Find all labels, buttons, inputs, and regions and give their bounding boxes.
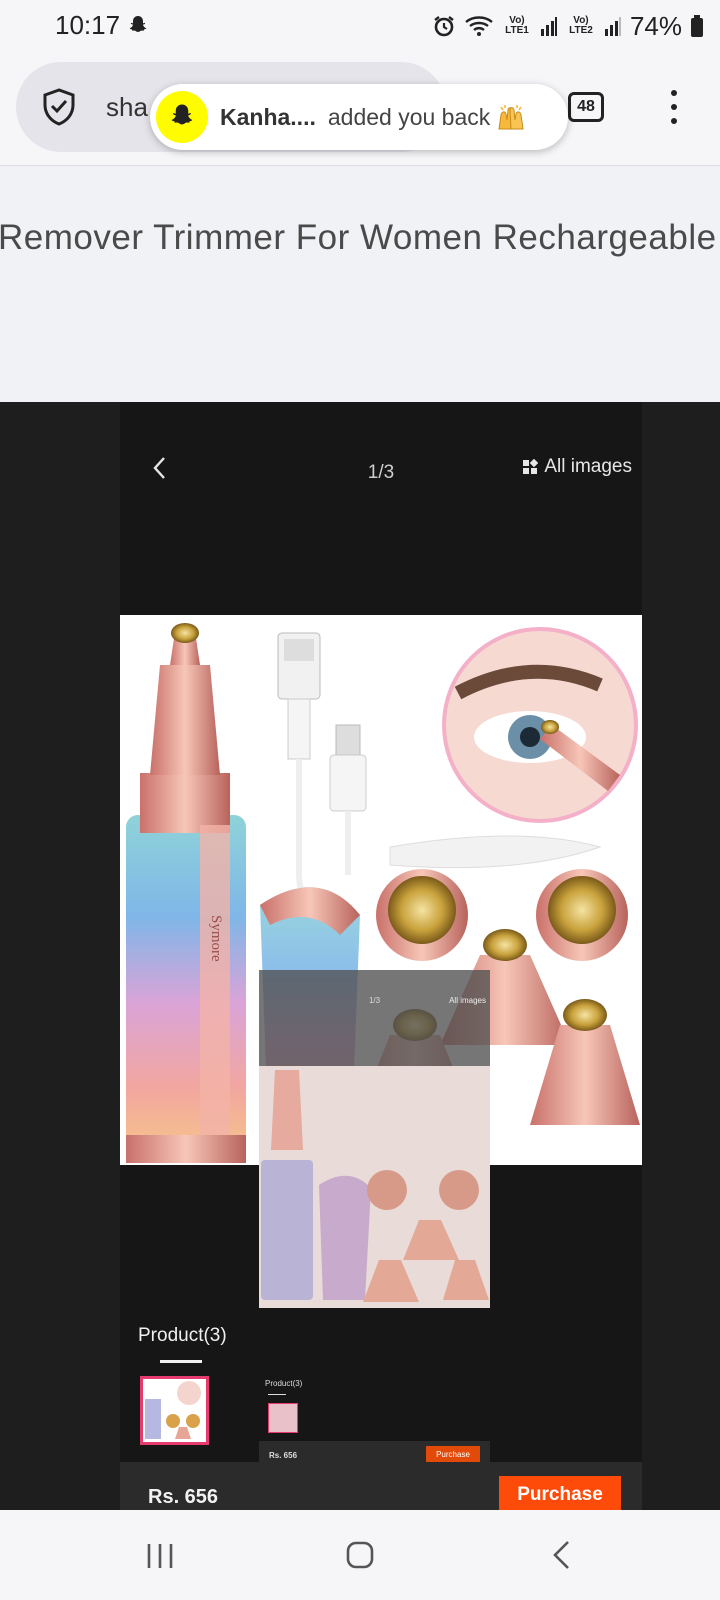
grid-icon bbox=[523, 459, 539, 474]
thumbnail-illustration bbox=[145, 1381, 201, 1439]
battery-icon bbox=[691, 15, 703, 37]
price-bar: Rs. 656 Purchase bbox=[120, 1462, 642, 1510]
page-title: Remover Trimmer For Women Rechargeable bbox=[0, 218, 717, 257]
all-images-button[interactable]: All images bbox=[522, 456, 632, 478]
product-title-area: Remover Trimmer For Women Rechargeable bbox=[0, 166, 720, 402]
alarm-icon bbox=[434, 16, 454, 37]
navigation-bar bbox=[0, 1510, 720, 1600]
snapchat-notification[interactable]: Kanha.... added you back bbox=[150, 84, 568, 150]
mini-purchase-button: Purchase bbox=[426, 1446, 480, 1463]
tab-product[interactable]: Product(3) bbox=[138, 1325, 227, 1347]
mini-thumbnail bbox=[268, 1403, 298, 1433]
url-text[interactable]: sha bbox=[106, 92, 148, 123]
back-icon[interactable] bbox=[550, 1540, 574, 1570]
mini-all-images-label: All images bbox=[449, 996, 486, 1005]
mini-viewer-overlay: 1/3 All images bbox=[259, 970, 490, 1308]
tab-underline bbox=[160, 1360, 202, 1363]
mini-tab-underline bbox=[268, 1394, 286, 1395]
purchase-button[interactable]: Purchase bbox=[499, 1476, 621, 1510]
snapchat-icon bbox=[129, 16, 147, 32]
product-thumbnail[interactable] bbox=[140, 1376, 209, 1445]
status-icons: Vo) LTE1 Vo) LTE2 74% bbox=[432, 10, 704, 42]
shield-check-icon[interactable] bbox=[42, 88, 76, 126]
notification-message: added you back bbox=[327, 103, 491, 130]
mini-price: Rs. 656 bbox=[269, 1451, 298, 1460]
signal-2-icon bbox=[604, 17, 621, 36]
home-icon[interactable] bbox=[345, 1540, 375, 1570]
tabs-button[interactable]: 48 bbox=[568, 92, 604, 122]
status-bar: 10:17 Vo) LTE1 Vo) LTE2 74% bbox=[0, 0, 720, 52]
raising-hands-emoji bbox=[498, 105, 524, 130]
price: Rs. 656 bbox=[148, 1486, 219, 1508]
all-images-label: All images bbox=[544, 456, 632, 477]
lte1-label: Vo) LTE1 bbox=[505, 15, 529, 36]
signal-1-icon bbox=[540, 17, 557, 36]
more-vert-icon[interactable] bbox=[670, 90, 678, 124]
battery-percent: 74% bbox=[629, 10, 682, 41]
notification-sender: Kanha.... bbox=[220, 103, 316, 130]
lte2-label: Vo) LTE2 bbox=[569, 15, 593, 36]
mini-viewer-header: 1/3 All images bbox=[259, 970, 490, 1066]
mini-tab-product: Product(3) bbox=[265, 1379, 303, 1388]
status-time: 10:17 bbox=[55, 10, 121, 40]
snapchat-ghost-icon bbox=[156, 91, 208, 143]
recents-icon[interactable] bbox=[145, 1541, 175, 1571]
brand-text: Symore bbox=[208, 915, 224, 962]
wifi-icon bbox=[465, 16, 493, 36]
